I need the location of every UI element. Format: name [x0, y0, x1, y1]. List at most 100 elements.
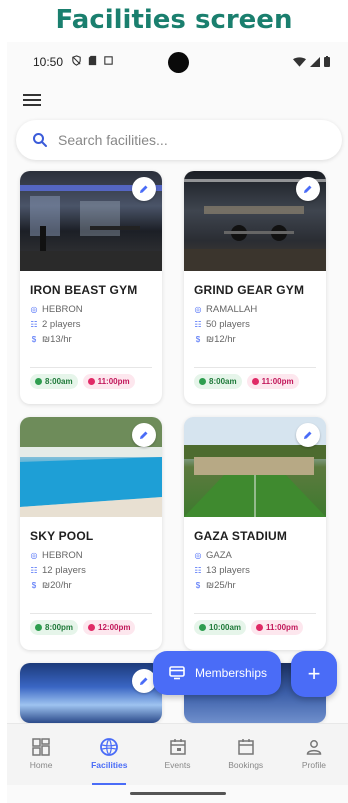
search-input[interactable]: Search facilities...: [16, 120, 342, 160]
status-time: 10:50: [33, 55, 64, 69]
facility-image: [20, 417, 162, 517]
clock-icon: [87, 378, 95, 385]
close-time-chip: 11:00pm: [82, 374, 135, 389]
open-time-chip: 8:00pm: [30, 620, 79, 635]
facility-card[interactable]: IRON BEAST GYM ◎ HEBRON ☷ 2 players $ ₪13/h…: [20, 171, 162, 404]
nav-item-profile[interactable]: Profile: [280, 724, 348, 785]
menu-icon[interactable]: [23, 94, 41, 108]
edit-button[interactable]: [132, 177, 156, 201]
nav-item-facilities[interactable]: Facilities: [75, 724, 143, 785]
facility-price: ₪13/hr: [42, 334, 72, 345]
facility-card[interactable]: GRIND GEAR GYM ◎ RAMALLAH ☷ 50 players $ ₪1…: [184, 171, 326, 404]
facility-card[interactable]: [20, 663, 162, 723]
facility-players: 2 players: [42, 319, 81, 330]
close-time-chip: 11:00pm: [251, 620, 304, 635]
location-icon: ◎: [30, 305, 38, 314]
person-icon: [306, 740, 322, 755]
status-bar: 10:50: [7, 42, 348, 82]
close-time-chip: 11:00pm: [246, 374, 299, 389]
dollar-icon: $: [31, 581, 37, 590]
phone-screen: 10:50 Search facilities... IRON BEAST GY…: [7, 42, 348, 803]
clock-icon: [88, 624, 96, 631]
edit-button[interactable]: [296, 177, 320, 201]
pencil-icon: [304, 185, 312, 193]
facility-players: 13 players: [206, 565, 250, 576]
nav-label-events: Events: [164, 760, 191, 770]
facility-location: RAMALLAH: [206, 304, 258, 315]
facility-location: HEBRON: [42, 304, 83, 315]
open-time-chip: 10:00am: [194, 620, 247, 635]
camera-cutout: [168, 52, 189, 73]
divider: [30, 613, 152, 614]
bottom-navigation: Home Facilities Events Bookings Profile: [7, 723, 348, 785]
pencil-icon: [140, 677, 148, 685]
facility-location: HEBRON: [42, 550, 83, 561]
close-time-chip: 12:00pm: [83, 620, 136, 635]
facility-name: SKY POOL: [30, 529, 94, 543]
screen-icon: [104, 56, 113, 65]
search-icon: [33, 133, 47, 147]
facility-card[interactable]: SKY POOL ◎ HEBRON ☷ 12 players $ ₪20/hr 8:0…: [20, 417, 162, 650]
nav-item-home[interactable]: Home: [7, 724, 75, 785]
facility-name: GAZA STADIUM: [194, 529, 288, 543]
group-icon: ☷: [30, 566, 38, 575]
clock-icon: [199, 624, 206, 631]
dashboard-icon: [32, 738, 50, 756]
signal-icon: [310, 56, 320, 67]
calendar-event-icon: [169, 739, 186, 755]
edit-button[interactable]: [132, 423, 156, 447]
clock-icon: [251, 378, 259, 385]
pencil-icon: [140, 431, 148, 439]
dollar-icon: $: [195, 335, 201, 344]
shield-off-icon: [72, 55, 81, 66]
facility-price: ₪12/hr: [206, 334, 236, 345]
facility-price: ₪20/hr: [42, 580, 72, 591]
sports-ball-icon: [100, 738, 119, 756]
pencil-icon: [304, 431, 312, 439]
group-icon: ☷: [194, 566, 202, 575]
sd-card-icon: [88, 55, 97, 66]
facility-image: [20, 171, 162, 271]
facility-name: IRON BEAST GYM: [30, 283, 138, 297]
memberships-button[interactable]: Memberships: [153, 651, 281, 695]
nav-label-bookings: Bookings: [228, 760, 264, 770]
clock-icon: [35, 624, 42, 631]
group-icon: ☷: [30, 320, 38, 329]
facility-image: [184, 417, 326, 517]
battery-icon: [324, 56, 330, 67]
memberships-label: Memberships: [195, 666, 268, 680]
page-heading: Facilities screen: [55, 5, 293, 35]
facility-image: [20, 663, 162, 723]
location-icon: ◎: [30, 551, 38, 560]
location-icon: ◎: [194, 551, 202, 560]
nav-label-facilities: Facilities: [91, 760, 128, 770]
facility-image: [184, 171, 326, 271]
nav-label-home: Home: [29, 760, 53, 770]
dollar-icon: $: [31, 335, 37, 344]
gesture-home-bar[interactable]: [130, 792, 226, 795]
dollar-icon: $: [195, 581, 201, 590]
nav-item-events[interactable]: Events: [143, 724, 211, 785]
edit-button[interactable]: [296, 423, 320, 447]
search-placeholder: Search facilities...: [58, 132, 168, 148]
wifi-icon: [293, 56, 306, 67]
location-icon: ◎: [194, 305, 202, 314]
facility-players: 12 players: [42, 565, 86, 576]
calendar-icon: [237, 739, 254, 755]
nav-item-bookings[interactable]: Bookings: [212, 724, 280, 785]
divider: [194, 367, 316, 368]
facility-players: 50 players: [206, 319, 250, 330]
clock-icon: [256, 624, 264, 631]
divider: [194, 613, 316, 614]
facility-card[interactable]: GAZA STADIUM ◎ GAZA ☷ 13 players $ ₪25/hr 1…: [184, 417, 326, 650]
clock-icon: [199, 378, 206, 385]
facility-price: ₪25/hr: [206, 580, 236, 591]
open-time-chip: 8:00am: [30, 374, 78, 389]
facility-location: GAZA: [206, 550, 232, 561]
group-icon: ☷: [194, 320, 202, 329]
facility-name: GRIND GEAR GYM: [194, 283, 305, 297]
add-facility-button[interactable]: +: [291, 651, 337, 697]
pencil-icon: [140, 185, 148, 193]
active-tab-indicator: [92, 783, 127, 785]
divider: [30, 367, 152, 368]
